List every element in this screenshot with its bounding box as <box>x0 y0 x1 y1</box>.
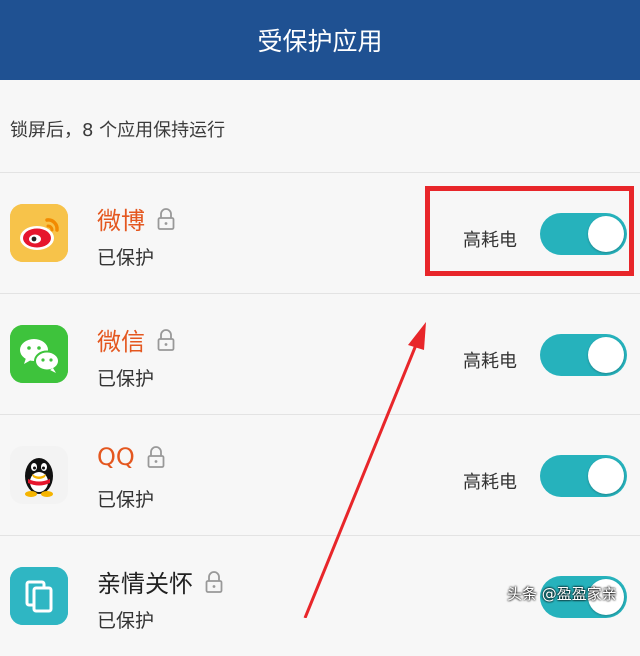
watermark: 头条 @盈盈家亲 <box>507 585 617 603</box>
annotation-arrow <box>303 322 426 618</box>
